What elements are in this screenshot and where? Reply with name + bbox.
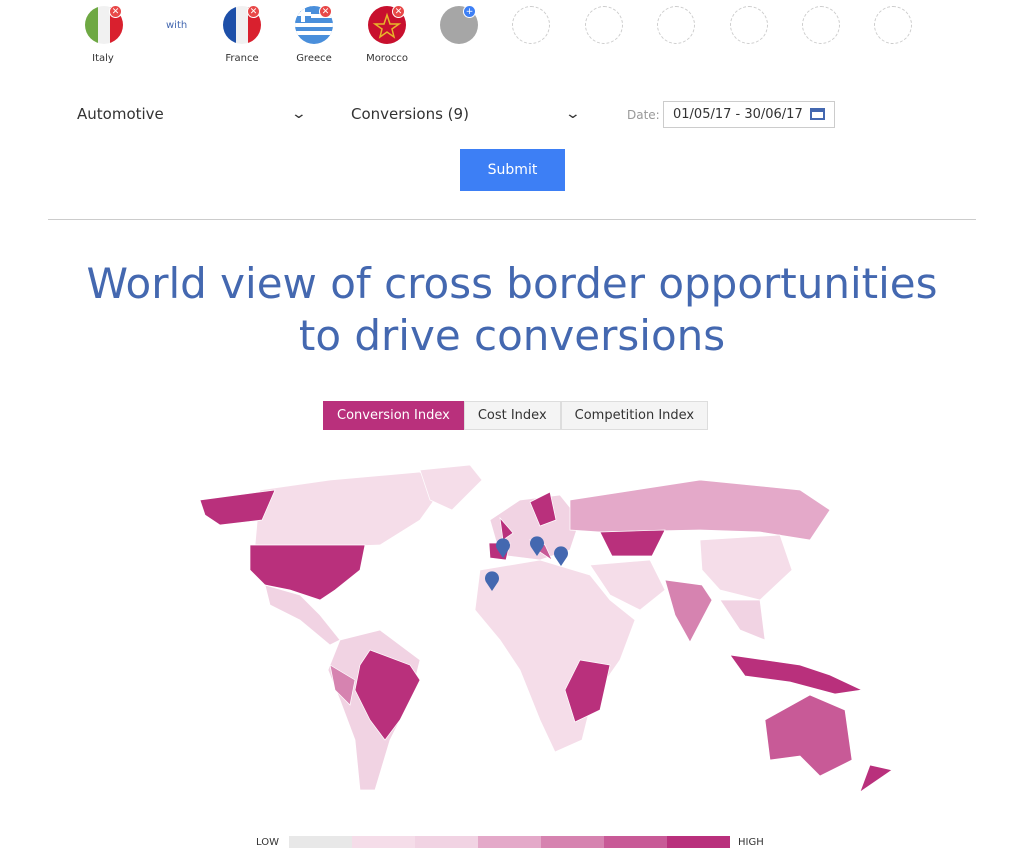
remove-icon[interactable]: ✕ [109, 5, 122, 18]
remove-icon[interactable]: ✕ [319, 5, 332, 18]
empty-slot[interactable] [802, 6, 840, 44]
chevron-down-icon: ⌄ [290, 106, 308, 122]
tab-cost-index[interactable]: Cost Index [463, 401, 561, 430]
country-label: Morocco [366, 53, 408, 64]
metric-select[interactable]: Conversions (9) ⌄ [351, 100, 582, 128]
region-kazakhstan [599, 529, 666, 557]
region-southeast-asia [719, 599, 766, 641]
empty-slot[interactable] [730, 6, 768, 44]
calendar-icon[interactable] [810, 108, 825, 120]
legend-swatch [414, 836, 478, 848]
legend-swatch [540, 836, 604, 848]
map-legend: LOW HIGH [256, 836, 764, 848]
region-new-zealand [859, 764, 893, 793]
region-china [699, 534, 793, 601]
country-label: Italy [92, 53, 114, 64]
divider [48, 219, 976, 220]
tab-conversion-index[interactable]: Conversion Index [323, 401, 464, 430]
region-indonesia [729, 654, 864, 695]
chevron-down-icon: ⌄ [564, 106, 582, 122]
legend-swatch [288, 836, 352, 848]
country-label: France [225, 53, 259, 64]
page-title: World view of cross border opportunities… [86, 259, 938, 360]
legend-high: HIGH [737, 836, 764, 848]
date-label: Date: [627, 108, 660, 122]
submit-button[interactable]: Submit [460, 149, 565, 191]
region-india [664, 579, 713, 643]
plus-icon[interactable]: + [463, 5, 476, 18]
industry-value: Automotive [77, 105, 164, 123]
empty-slot[interactable] [874, 6, 912, 44]
legend-swatch [351, 836, 415, 848]
region-canada [254, 471, 441, 549]
empty-slot[interactable] [512, 6, 550, 44]
with-label: with [166, 20, 188, 31]
index-tabs: Conversion Index Cost Index Competition … [323, 401, 709, 430]
remove-icon[interactable]: ✕ [392, 5, 405, 18]
tab-competition-index[interactable]: Competition Index [560, 401, 709, 430]
legend-swatch [477, 836, 541, 848]
date-value: 01/05/17 - 30/06/17 [673, 107, 803, 122]
world-map [199, 464, 893, 793]
date-range-input[interactable]: 01/05/17 - 30/06/17 [663, 101, 835, 128]
legend-swatch [666, 836, 730, 848]
legend-low: LOW [256, 836, 279, 848]
map-marker-greece [553, 546, 568, 566]
country-label: Greece [296, 53, 332, 64]
remove-icon[interactable]: ✕ [247, 5, 260, 18]
metric-value: Conversions (9) [351, 105, 469, 123]
empty-slot[interactable] [657, 6, 695, 44]
empty-slot[interactable] [585, 6, 623, 44]
region-russia [569, 479, 831, 541]
industry-select[interactable]: Automotive ⌄ [77, 100, 308, 128]
region-australia [764, 694, 853, 777]
legend-swatch [603, 836, 667, 848]
